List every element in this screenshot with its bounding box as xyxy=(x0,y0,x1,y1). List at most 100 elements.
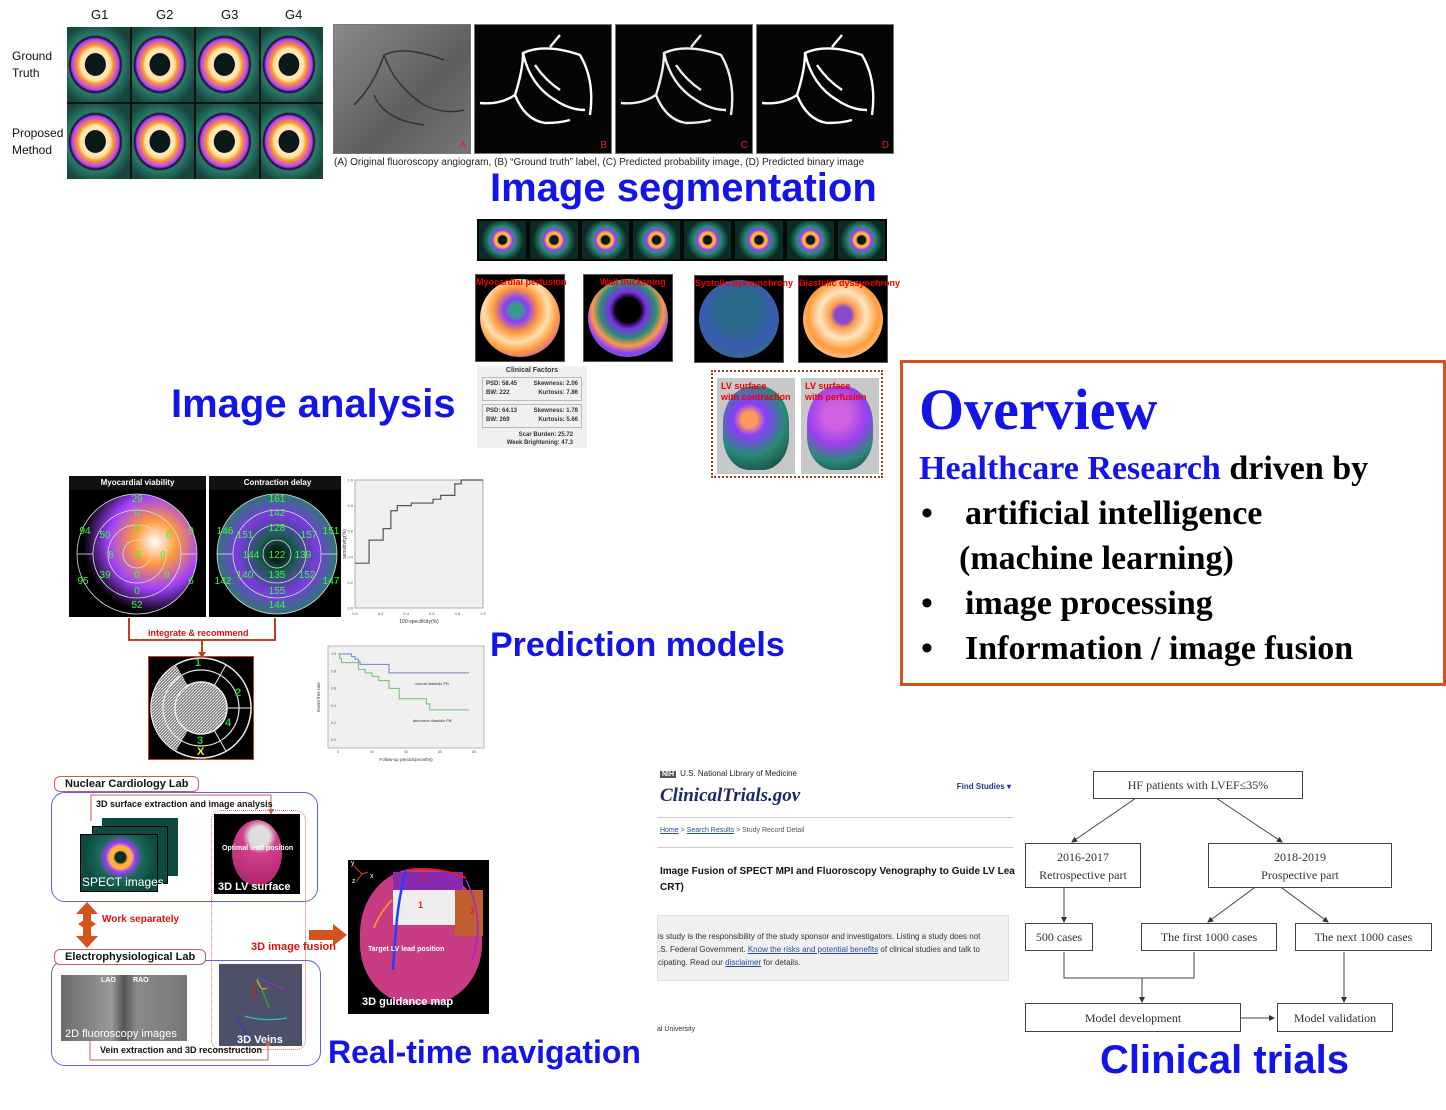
y-axis-label: Event free rate xyxy=(316,682,321,712)
bullseye-value: 122 xyxy=(269,550,286,561)
lv-surface-perfusion: LV surface with perfusion xyxy=(801,378,879,474)
clinicaltrials-screenshot: NIH U.S. National Library of Medicine Cli… xyxy=(657,765,1015,1040)
3d-veins: 3D Veins xyxy=(219,964,302,1046)
bullet-text: Information / image fusion xyxy=(965,630,1354,667)
polar-map-label: Diastolic dyssynchrony xyxy=(799,278,901,288)
polar-map-systolic: Systolic dyssynchrony xyxy=(694,275,793,363)
angiogram-ground-truth: B xyxy=(474,24,612,154)
bullseye-value: 144 xyxy=(269,600,286,611)
bullseye-viability: Myocardial viability 29 0 0 94 50 0 0 8 -5 0 39 0 0 9… xyxy=(69,476,206,617)
integrate-connector xyxy=(128,618,276,658)
x-axis-label: 100-specificity(%) xyxy=(399,619,439,625)
nuclear-lab-tab: Nuclear Cardiology Lab xyxy=(54,776,200,792)
bullseye-title: Myocardial viability xyxy=(69,476,206,490)
risks-benefits-link[interactable]: Know the risks and potential benefits xyxy=(748,945,878,954)
bullseye-value: 144 xyxy=(243,550,260,561)
km-series-label: abnormal diastolic PB xyxy=(413,718,452,723)
clinical-factors-title: Clinical Factors xyxy=(505,367,559,374)
breadcrumb-home[interactable]: Home xyxy=(660,827,679,834)
disclaimer-box: is study is the responsibility of the st… xyxy=(657,915,1009,981)
row-label-ground-truth: Ground Truth xyxy=(12,48,52,82)
bullseye-value: 0 xyxy=(134,586,140,597)
lv-label-line: with perfusion xyxy=(805,392,867,402)
bullseye-value: 95 xyxy=(77,576,89,587)
nlm-header: NIH U.S. National Library of Medicine xyxy=(660,769,797,778)
bullseye-value: 140 xyxy=(237,570,254,581)
row-label-line: Ground xyxy=(12,49,53,63)
vein-extraction-label: Vein extraction and 3D reconstruction xyxy=(100,1045,263,1055)
university-text: al University xyxy=(657,1026,696,1033)
kurtosis-value: Kurtosis: 7.86 xyxy=(538,390,578,396)
ep-lab-tab: Electrophysiological Lab xyxy=(54,949,207,965)
breadcrumb-search-results[interactable]: Search Results xyxy=(687,827,734,834)
disclaimer-line: is study is the responsibility of the st… xyxy=(658,932,981,941)
polar-map-wall-thickening: Wall thickening xyxy=(583,274,673,362)
lv-surface-label: LV surface with perfusion xyxy=(805,381,867,403)
polar-map-diastolic: Diastolic dyssynchrony xyxy=(798,275,900,363)
bullet-item: • image processing xyxy=(919,581,1427,626)
x-tick-label: 0.2 xyxy=(378,611,384,616)
panel-letter: A xyxy=(459,140,466,151)
flow-node-retrospective: 2016-2017 Retrospective part xyxy=(1025,843,1141,888)
bullseye-value: 151 xyxy=(323,526,340,537)
bullseye-value: 0 xyxy=(164,570,170,581)
bullseye-value: -5 xyxy=(133,550,142,561)
bullseye-value: 147 xyxy=(323,576,340,587)
clinical-factors-panel: Clinical Factors PSD: 58.45 Skewness: 2.0… xyxy=(477,366,587,448)
disclaimer-link[interactable]: disclaimer xyxy=(725,958,761,967)
segment-exclusion-mark: X xyxy=(197,746,205,758)
spect-slice-image xyxy=(196,27,259,102)
spect-slice xyxy=(632,221,680,259)
bullseye-plot: 161142128146 151 157 151144 122 139140 135 1521… xyxy=(215,493,340,615)
panel-letter: D xyxy=(881,140,889,151)
lv-label-line: with contraction xyxy=(721,392,791,402)
spect-slice-image xyxy=(260,27,323,102)
skewness-value: Skewness: 2.06 xyxy=(533,381,578,387)
flow-node-first-1000: The first 1000 cases xyxy=(1141,923,1277,951)
segment-number: 1 xyxy=(195,657,202,669)
bullseye-title: Contraction delay xyxy=(209,476,346,490)
y-tick-label: 0.8 xyxy=(347,503,353,508)
relaxation-group: PSD: 64.13 Skewness: 1.78 BW: 269 Kurtosis… xyxy=(482,404,582,428)
overview-box: Overview Healthcare Research driven by •… xyxy=(900,360,1446,686)
guidance-segment-number: 3 xyxy=(422,873,428,883)
spect-slices-strip xyxy=(477,219,887,261)
fluoroscopy-images: LAO RAO 2D fluoroscopy images xyxy=(61,975,187,1041)
flow-node-next-1000: The next 1000 cases xyxy=(1295,923,1432,951)
heading-clinical-trials: Clinical trials xyxy=(1100,1038,1349,1082)
heading-image-analysis: Image analysis xyxy=(171,382,456,426)
roc-chart: 0.0 0.2 0.4 0.6 0.8 1.0 0.0 0.2 0.4 0.6 0.8 1.0 100-… xyxy=(341,470,489,630)
subtitle-highlight: Healthcare Research xyxy=(919,450,1221,487)
bullseye-value: 142 xyxy=(269,508,286,519)
spect-slice-image xyxy=(260,104,323,179)
column-label: G1 xyxy=(91,7,109,22)
breadcrumb-current: Study Record Detail xyxy=(742,827,805,834)
flow-node-text: 2018-2019 xyxy=(1274,849,1326,864)
x-tick-label: 0.8 xyxy=(455,611,461,616)
nih-badge: NIH xyxy=(660,771,677,778)
clinicaltrials-logo[interactable]: ClinicalTrials.gov xyxy=(660,785,800,807)
lv-surface-label: LV surface with contraction xyxy=(721,381,791,403)
y-tick-label: 0.8 xyxy=(331,669,336,673)
heading-real-time-navigation: Real-time navigation xyxy=(328,1034,641,1070)
x-tick-label: 80 xyxy=(472,750,476,754)
y-tick-label: 0.6 xyxy=(331,687,336,691)
heading-image-segmentation: Image segmentation xyxy=(490,166,877,210)
x-axis-label: Follow-up periods(months) xyxy=(379,757,433,762)
flow-node-model-development: Model development xyxy=(1025,1003,1241,1032)
row-label-line: Truth xyxy=(12,66,40,80)
bullseye-value: 0 xyxy=(166,530,172,541)
segmentation-image-grid xyxy=(67,27,323,179)
overview-bullets: • artificial intelligence (machine learni… xyxy=(919,491,1427,671)
bullseye-value: 139 xyxy=(295,550,312,561)
bullseye-value: 0 xyxy=(134,523,140,534)
find-studies-menu[interactable]: Find Studies ▾ xyxy=(957,782,1011,791)
spect-slice xyxy=(735,221,783,259)
nlm-label: U.S. National Library of Medicine xyxy=(680,769,798,778)
plot-area xyxy=(354,479,484,609)
panel-letter: C xyxy=(740,140,748,151)
breadcrumb-separator: > xyxy=(678,827,687,834)
axis-y-label: y xyxy=(351,860,355,867)
bullseye-value: 39 xyxy=(99,570,111,581)
flow-node-text: 2016-2017 xyxy=(1057,849,1109,864)
